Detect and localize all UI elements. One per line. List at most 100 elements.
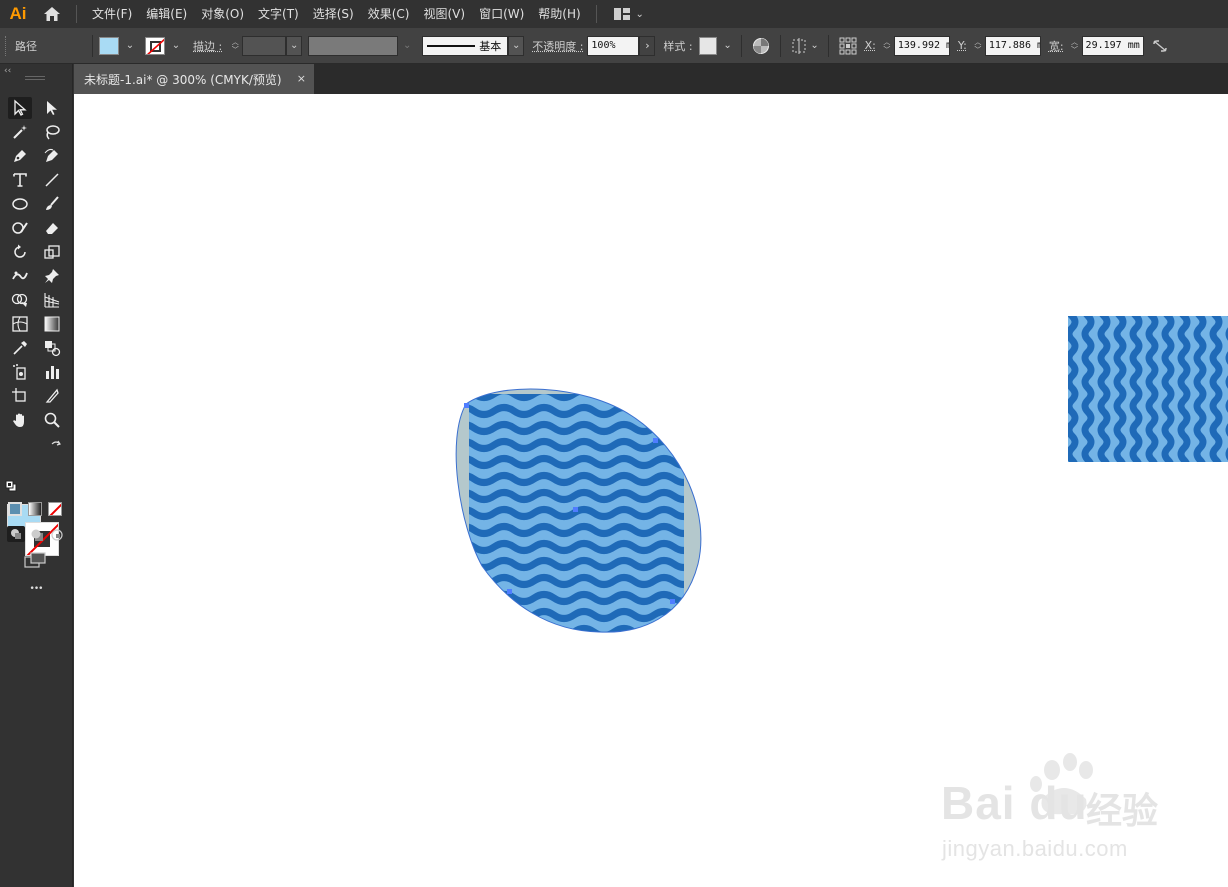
- fill-color-swatch[interactable]: [99, 36, 119, 55]
- anchor-point[interactable]: [670, 599, 675, 604]
- menu-view[interactable]: 视图(V): [416, 0, 472, 28]
- brush-stroke-preview: [427, 44, 476, 47]
- width-input[interactable]: 29.197 mm: [1081, 35, 1144, 56]
- y-stepper[interactable]: ︿ ﹀: [971, 36, 985, 56]
- graphic-style-swatch[interactable]: [698, 36, 717, 55]
- x-stepper[interactable]: ︿ ﹀: [880, 36, 894, 56]
- workspace-switcher[interactable]: ⌄: [613, 7, 645, 21]
- variable-width-profile[interactable]: [308, 35, 399, 56]
- menu-file[interactable]: 文件(F): [85, 0, 139, 28]
- panel-grip[interactable]: [25, 76, 45, 80]
- pin-tool[interactable]: [40, 265, 64, 287]
- wave-stripe: [469, 455, 684, 469]
- paintbrush-tool[interactable]: [40, 193, 64, 215]
- eyedropper-tool[interactable]: [8, 337, 32, 359]
- close-tab-icon[interactable]: ×: [297, 72, 306, 85]
- center-point[interactable]: [573, 507, 578, 512]
- menu-window[interactable]: 窗口(W): [472, 0, 531, 28]
- reference-point-icon[interactable]: [839, 37, 857, 55]
- draw-normal-icon: [11, 529, 21, 539]
- link-proportions-icon[interactable]: [1152, 39, 1168, 53]
- x-position-input[interactable]: 139.992 m: [893, 35, 950, 56]
- color-mode-button[interactable]: [8, 502, 22, 516]
- document-tab[interactable]: 未标题-1.ai* @ 300% (CMYK/预览) ×: [74, 64, 314, 94]
- hand-tool[interactable]: [8, 409, 32, 431]
- profile-dropdown-chevron-icon[interactable]: ⌄: [402, 40, 412, 51]
- menu-type[interactable]: 文字(T): [251, 0, 306, 28]
- brush-dropdown[interactable]: ⌄: [508, 35, 525, 56]
- vertical-wave-pattern[interactable]: [1068, 304, 1228, 496]
- stroke-weight-stepper[interactable]: ︿ ﹀: [228, 36, 242, 56]
- scale-tool[interactable]: [40, 241, 64, 263]
- shape-builder-tool[interactable]: [8, 289, 32, 311]
- zoom-tool[interactable]: [40, 409, 64, 431]
- draw-inside-icon[interactable]: [50, 528, 64, 542]
- stroke-weight-dropdown[interactable]: ⌄: [286, 35, 303, 56]
- align-options-icon[interactable]: [791, 37, 809, 54]
- home-button[interactable]: [36, 0, 68, 28]
- menu-help[interactable]: 帮助(H): [531, 0, 587, 28]
- magic-wand-tool[interactable]: [8, 121, 32, 143]
- menu-object[interactable]: 对象(O): [194, 0, 251, 28]
- swap-fill-stroke-icon[interactable]: [50, 440, 62, 452]
- rotate-tool[interactable]: [8, 241, 32, 263]
- symbol-sprayer-tool[interactable]: [8, 361, 32, 383]
- selection-arrow-icon: [14, 99, 27, 116]
- edit-toolbar-button[interactable]: •••: [26, 584, 46, 594]
- ellipse-tool[interactable]: [8, 193, 32, 215]
- opacity-input[interactable]: 100%: [587, 35, 640, 56]
- stroke-weight-label[interactable]: 描边 :: [193, 38, 222, 54]
- fill-dropdown-chevron-icon[interactable]: ⌄: [125, 40, 135, 51]
- watermark-brand: Bai du: [941, 777, 1088, 829]
- shaper-tool[interactable]: [8, 217, 32, 239]
- app-logo: Ai: [9, 4, 27, 23]
- artboard-canvas[interactable]: Bai du 经验 jingyan.baidu.com: [74, 94, 1228, 887]
- selection-tool[interactable]: [8, 97, 32, 119]
- artboard-tool[interactable]: [8, 385, 32, 407]
- opacity-label[interactable]: 不透明度 :: [532, 38, 583, 54]
- menu-effect[interactable]: 效果(C): [361, 0, 417, 28]
- perspective-grid-tool[interactable]: [40, 289, 64, 311]
- y-position-input[interactable]: 117.886 m: [984, 35, 1041, 56]
- lasso-tool[interactable]: [40, 121, 64, 143]
- draw-behind-icon[interactable]: [30, 528, 44, 542]
- pen-tool[interactable]: [8, 145, 32, 167]
- stroke-color-swatch[interactable]: [145, 36, 165, 55]
- stroke-dropdown-chevron-icon[interactable]: ⌄: [171, 40, 181, 51]
- panel-grip-icon: [5, 35, 9, 56]
- slice-knife-icon: [45, 388, 59, 403]
- screen-mode-icon[interactable]: [24, 552, 48, 568]
- draw-normal-button[interactable]: [7, 526, 25, 542]
- gradient-mode-button[interactable]: [28, 502, 42, 516]
- recolor-artwork-icon[interactable]: [752, 37, 770, 55]
- opacity-slider-button[interactable]: ›: [639, 35, 656, 56]
- brush-definition-field[interactable]: 基本: [422, 35, 509, 56]
- slice-tool[interactable]: [40, 385, 64, 407]
- gradient-tool[interactable]: [40, 313, 64, 335]
- chevron-down-icon[interactable]: ⌄: [810, 40, 820, 51]
- collapse-panel-icon[interactable]: ‹‹: [4, 66, 11, 76]
- mesh-tool[interactable]: [8, 313, 32, 335]
- eraser-tool[interactable]: [40, 217, 64, 239]
- blend-tool[interactable]: [40, 337, 64, 359]
- style-dropdown-chevron-icon[interactable]: ⌄: [723, 40, 733, 51]
- line-segment-tool[interactable]: [40, 169, 64, 191]
- none-mode-button[interactable]: [48, 502, 62, 516]
- anchor-point[interactable]: [464, 403, 469, 408]
- puppet-warp-tool[interactable]: [8, 265, 32, 287]
- curvature-tool[interactable]: [40, 145, 64, 167]
- curvature-pen-icon: [44, 148, 58, 162]
- column-graph-tool[interactable]: [40, 361, 64, 383]
- direct-selection-tool[interactable]: [40, 97, 64, 119]
- stroke-weight-field[interactable]: [242, 35, 287, 56]
- eraser-icon: [46, 223, 58, 234]
- menu-edit[interactable]: 编辑(E): [139, 0, 194, 28]
- anchor-point[interactable]: [507, 589, 512, 594]
- anchor-point[interactable]: [653, 438, 658, 443]
- width-stepper[interactable]: ︿ ﹀: [1068, 36, 1082, 56]
- menu-select[interactable]: 选择(S): [306, 0, 361, 28]
- egg-shape[interactable]: [454, 374, 734, 653]
- type-tool[interactable]: [8, 169, 32, 191]
- line-segment-icon: [45, 173, 59, 187]
- default-fill-stroke-icon[interactable]: [5, 480, 17, 492]
